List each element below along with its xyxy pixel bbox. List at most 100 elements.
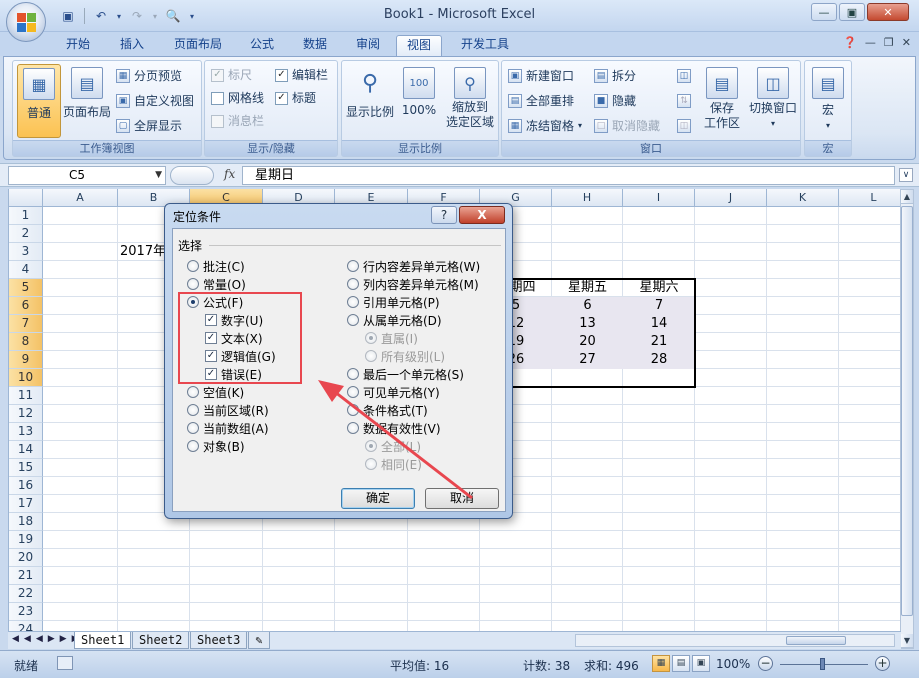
row-header-8[interactable]: 8 bbox=[9, 333, 43, 351]
radio-right-7[interactable]: 可见单元格(Y) bbox=[347, 384, 440, 400]
close-icon[interactable]: X bbox=[459, 206, 505, 224]
tab-page-layout[interactable]: 页面布局 bbox=[164, 35, 232, 56]
row-header-16[interactable]: 16 bbox=[9, 477, 43, 495]
custom-views-button[interactable]: ▣ 自定义视图 bbox=[116, 91, 194, 111]
radio-right-8[interactable]: 条件格式(T) bbox=[347, 402, 428, 418]
reset-window-position-icon[interactable]: ◫ bbox=[677, 116, 691, 136]
row-header-5[interactable]: 5 bbox=[9, 279, 43, 297]
formula-input[interactable]: 星期日 bbox=[242, 166, 895, 185]
scroll-down-icon[interactable]: ▼ bbox=[901, 634, 913, 648]
column-header-h[interactable]: H bbox=[552, 189, 623, 207]
row-header-10[interactable]: 10 bbox=[9, 369, 43, 387]
radio-right-0[interactable]: 行内容差异单元格(W) bbox=[347, 258, 480, 274]
radio-right-4[interactable]: 直属(I) bbox=[365, 330, 418, 346]
formula-cancel-enter-pill[interactable] bbox=[170, 166, 214, 185]
vertical-scrollbar[interactable]: ▲ ▼ bbox=[900, 189, 914, 649]
row-header-24[interactable]: 24 bbox=[9, 621, 43, 631]
ribbon-close-icon[interactable]: ✕ bbox=[902, 36, 911, 49]
unhide-button[interactable]: □ 取消隐藏 bbox=[594, 116, 660, 136]
zoom-level[interactable]: 100% bbox=[716, 657, 750, 671]
scroll-up-icon[interactable]: ▲ bbox=[901, 190, 913, 204]
full-screen-button[interactable]: ▢ 全屏显示 bbox=[116, 116, 182, 136]
radio-right-11[interactable]: 相同(E) bbox=[365, 456, 422, 472]
row-header-21[interactable]: 21 bbox=[9, 567, 43, 585]
switch-windows-button[interactable]: ◫ 切换窗口 ▾ bbox=[746, 64, 800, 138]
radio-right-3[interactable]: 从属单元格(D) bbox=[347, 312, 442, 328]
chevron-down-icon[interactable]: ▼ bbox=[155, 167, 162, 184]
new-window-button[interactable]: ▣ 新建窗口 bbox=[508, 66, 574, 86]
row-header-18[interactable]: 18 bbox=[9, 513, 43, 531]
row-header-17[interactable]: 17 bbox=[9, 495, 43, 513]
tab-view[interactable]: 视图 bbox=[396, 35, 443, 56]
row-header-19[interactable]: 19 bbox=[9, 531, 43, 549]
row-header-12[interactable]: 12 bbox=[9, 405, 43, 423]
macro-record-icon[interactable] bbox=[57, 656, 73, 670]
zoom-button[interactable]: ⚲ 显示比例 bbox=[344, 64, 396, 138]
horizontal-scrollbar[interactable] bbox=[575, 634, 895, 647]
radio-left-7[interactable]: 空值(K) bbox=[187, 384, 244, 400]
radio-left-0[interactable]: 批注(C) bbox=[187, 258, 245, 274]
arrange-all-button[interactable]: ▤ 全部重排 bbox=[508, 91, 574, 111]
zoom-out-icon[interactable]: − bbox=[758, 656, 773, 671]
formula-bar-checkbox[interactable]: ✓ 编辑栏 bbox=[275, 65, 328, 85]
tab-data[interactable]: 数据 bbox=[293, 35, 337, 56]
column-header-a[interactable]: A bbox=[43, 189, 118, 207]
sheet-tab-2[interactable]: Sheet2 bbox=[132, 632, 190, 649]
normal-view-icon[interactable]: ▦ bbox=[652, 655, 670, 672]
row-header-15[interactable]: 15 bbox=[9, 459, 43, 477]
zoom-to-selection-button[interactable]: ⚲ 缩放到 选定区域 bbox=[442, 64, 498, 138]
insert-sheet-icon[interactable]: ✎ bbox=[248, 632, 270, 649]
scroll-thumb[interactable] bbox=[901, 206, 913, 616]
minimize-icon[interactable]: — bbox=[811, 3, 837, 21]
radio-right-10[interactable]: 全部(L) bbox=[365, 438, 421, 454]
ok-button[interactable]: 确定 bbox=[341, 488, 415, 509]
scroll-thumb[interactable] bbox=[786, 636, 846, 645]
freeze-panes-button[interactable]: ▦ 冻结窗格 ▾ bbox=[508, 116, 582, 136]
help-icon[interactable]: ❓ bbox=[843, 36, 857, 49]
tab-formulas[interactable]: 公式 bbox=[240, 35, 284, 56]
radio-left-8[interactable]: 当前区域(R) bbox=[187, 402, 269, 418]
column-header-j[interactable]: J bbox=[695, 189, 767, 207]
row-header-23[interactable]: 23 bbox=[9, 603, 43, 621]
row-header-7[interactable]: 7 bbox=[9, 315, 43, 333]
help-icon[interactable]: ? bbox=[431, 206, 457, 224]
column-header-l[interactable]: L bbox=[839, 189, 901, 207]
close-icon[interactable]: ✕ bbox=[867, 3, 909, 21]
maximize-icon[interactable]: ▣ bbox=[839, 3, 865, 21]
normal-view-button[interactable]: ▦ 普通 bbox=[17, 64, 61, 138]
radio-right-1[interactable]: 列内容差异单元格(M) bbox=[347, 276, 479, 292]
page-break-preview-button[interactable]: ▦ 分页预览 bbox=[116, 66, 182, 86]
view-side-by-side-icon[interactable]: ◫ bbox=[677, 66, 691, 86]
radio-right-2[interactable]: 引用单元格(P) bbox=[347, 294, 440, 310]
row-header-9[interactable]: 9 bbox=[9, 351, 43, 369]
radio-left-1[interactable]: 常量(O) bbox=[187, 276, 246, 292]
tab-developer[interactable]: 开发工具 bbox=[451, 35, 519, 56]
macros-button[interactable]: ▤ 宏 ▾ bbox=[807, 64, 849, 138]
row-header-2[interactable]: 2 bbox=[9, 225, 43, 243]
radio-right-6[interactable]: 最后一个单元格(S) bbox=[347, 366, 464, 382]
radio-left-9[interactable]: 当前数组(A) bbox=[187, 420, 269, 436]
zoom-slider-thumb[interactable] bbox=[820, 658, 825, 670]
row-header-6[interactable]: 6 bbox=[9, 297, 43, 315]
tab-review[interactable]: 审阅 bbox=[346, 35, 390, 56]
cancel-button[interactable]: 取消 bbox=[425, 488, 499, 509]
column-header-i[interactable]: I bbox=[623, 189, 695, 207]
ribbon-restore-icon[interactable]: ❐ bbox=[884, 36, 894, 49]
expand-formula-bar-icon[interactable]: ∨ bbox=[899, 168, 913, 182]
page-layout-view-button[interactable]: ▤ 页面布局 bbox=[63, 64, 111, 138]
tab-home[interactable]: 开始 bbox=[56, 35, 100, 56]
headings-checkbox[interactable]: ✓ 标题 bbox=[275, 88, 316, 108]
ruler-checkbox[interactable]: ✓ 标尺 bbox=[211, 65, 252, 85]
zoom-100-button[interactable]: 100 100% bbox=[398, 64, 440, 138]
sheet-tab-1[interactable]: Sheet1 bbox=[74, 632, 132, 649]
column-header-k[interactable]: K bbox=[767, 189, 839, 207]
row-header-11[interactable]: 11 bbox=[9, 387, 43, 405]
row-header-4[interactable]: 4 bbox=[9, 261, 43, 279]
insert-function-icon[interactable]: fx bbox=[224, 167, 235, 181]
name-box[interactable]: C5 ▼ bbox=[8, 166, 166, 185]
row-header-1[interactable]: 1 bbox=[9, 207, 43, 225]
zoom-in-icon[interactable]: + bbox=[875, 656, 890, 671]
gridlines-checkbox[interactable]: 网格线 bbox=[211, 88, 264, 108]
message-bar-checkbox[interactable]: 消息栏 bbox=[211, 111, 264, 131]
row-header-3[interactable]: 3 bbox=[9, 243, 43, 261]
